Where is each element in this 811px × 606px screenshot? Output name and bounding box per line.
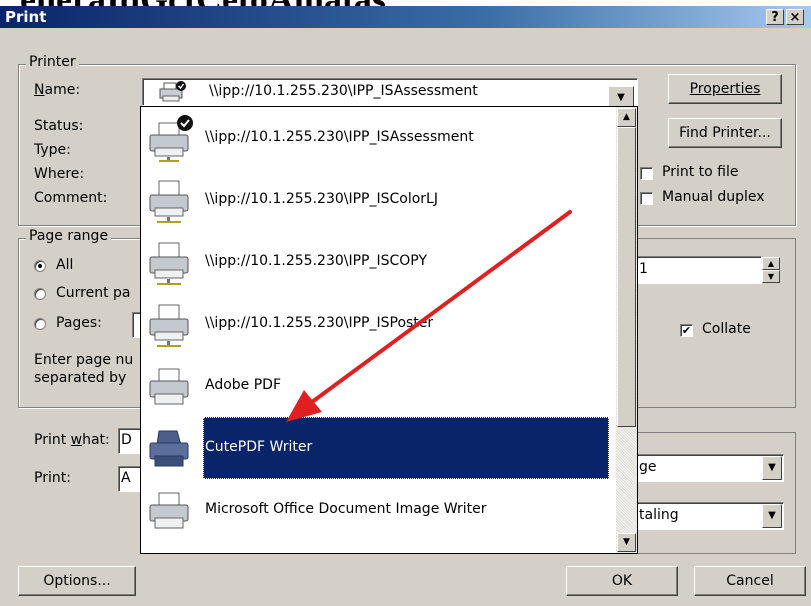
annotation-arrow-icon <box>286 210 572 422</box>
print-dialog: Print ? × Printer Name: \\ipp://10.1.255… <box>0 6 811 606</box>
